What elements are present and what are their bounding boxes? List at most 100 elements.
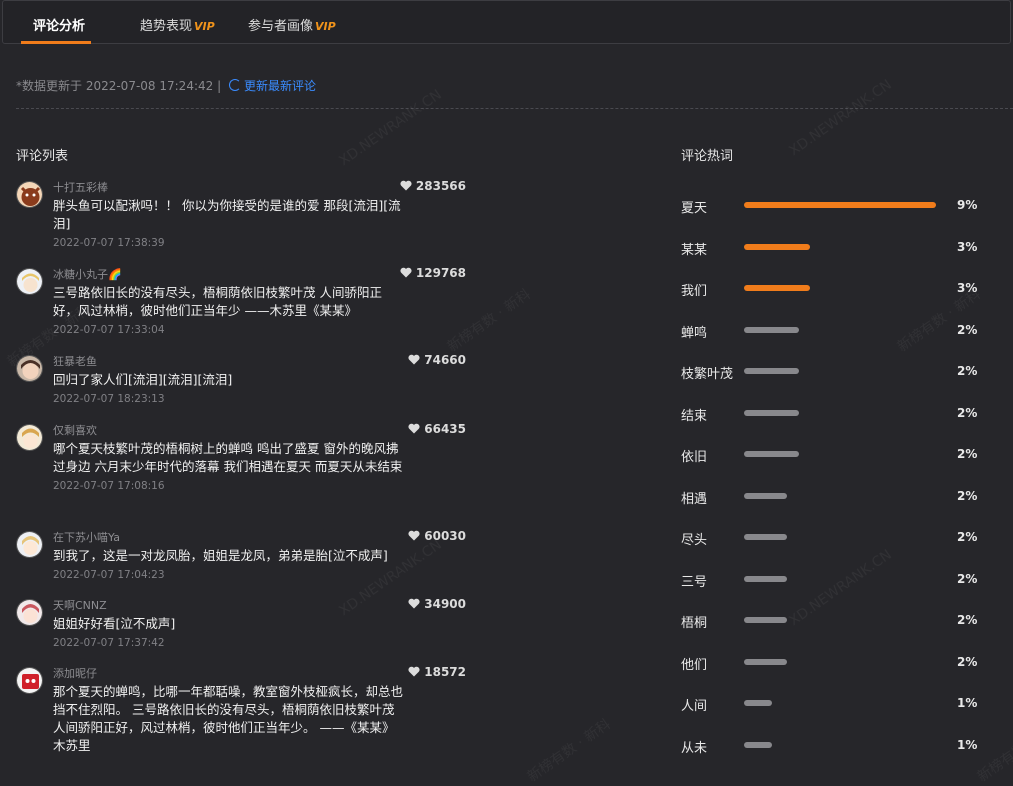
- comment-likes: 34900: [408, 597, 466, 611]
- hot-word-bar: [744, 409, 799, 416]
- hot-word-row: 从未 1%: [681, 735, 981, 756]
- watermark: XD.NEWRANK.CN: [336, 86, 445, 170]
- hot-word-label: 夏天: [681, 201, 708, 216]
- hot-word-row: 结束 2%: [681, 403, 981, 424]
- hot-word-percent: 2%: [957, 530, 978, 544]
- avatar[interactable]: [16, 531, 43, 558]
- comment-likes: 18572: [408, 665, 466, 679]
- vip-badge: VIP: [315, 20, 336, 33]
- comment-text: 哪个夏天枝繁叶茂的梧桐树上的蝉鸣 鸣出了盛夏 窗外的晚风拂过身边 六月末少年时代…: [53, 441, 403, 474]
- hot-word-bar: [744, 575, 787, 582]
- hot-word-percent: 2%: [957, 654, 978, 669]
- comment-username: 冰糖小丸子🌈: [53, 268, 122, 281]
- comment-likes: 129768: [400, 266, 466, 280]
- hot-word-bar: [744, 741, 772, 748]
- comment-list-title: 评论列表: [16, 149, 69, 164]
- hot-word-label: 从未: [681, 740, 708, 756]
- hot-word-label: 枝繁叶茂: [681, 367, 734, 382]
- watermark: 新榜有数 · 新科: [444, 286, 534, 356]
- hot-word-percent: 2%: [957, 364, 978, 378]
- avatar[interactable]: [16, 424, 43, 451]
- heart-icon: [408, 423, 420, 434]
- hot-word-label: 蝉鸣: [681, 325, 708, 341]
- hot-word-row: 某某 3%: [681, 237, 981, 258]
- hot-word-bar: [744, 492, 787, 499]
- comment-time: 2022-07-07 17:08:16: [53, 480, 165, 492]
- hot-word-bar: [744, 326, 799, 333]
- hot-word-bar: [744, 617, 787, 623]
- hot-word-label: 结束: [681, 408, 708, 424]
- hot-word-percent: 2%: [957, 613, 978, 627]
- comment-likes: 66435: [408, 422, 466, 436]
- heart-icon: [408, 354, 420, 365]
- refresh-comments-link[interactable]: 更新最新评论: [225, 79, 316, 93]
- hot-word-row: 枝繁叶茂 2%: [681, 361, 981, 382]
- avatar[interactable]: [16, 667, 43, 694]
- hot-word-row: 蝉鸣 2%: [681, 320, 981, 341]
- tab-participant-profile[interactable]: 参与者画像 VIP: [248, 15, 336, 34]
- comment-text: 三号路依旧长的没有尽头，梧桐荫依旧枝繁叶茂 人间骄阳正好，风过林梢，彼时他们正当…: [53, 285, 382, 318]
- comment-text: 那个夏天的蝉鸣，比哪一年都聒噪，教室窗外枝桠疯长，却总也挡不住烈阳。 三号路依旧…: [53, 684, 404, 753]
- hot-word-label: 某某: [681, 242, 708, 258]
- hot-word-bar: [744, 658, 787, 665]
- hot-word-bar: [744, 285, 810, 291]
- update-timestamp: *数据更新于 2022-07-08 17:24:42 |: [16, 79, 222, 93]
- hot-word-percent: 9%: [957, 198, 978, 212]
- hot-word-row: 我们 3%: [681, 278, 981, 299]
- comment-likes: 283566: [400, 179, 466, 193]
- avatar[interactable]: [16, 181, 43, 208]
- comment-text: 到我了，这是一对龙凤胎，姐姐是龙凤，弟弟是胎[泣不成声]: [53, 548, 388, 563]
- comment-username: 仅剩喜欢: [53, 424, 97, 437]
- avatar[interactable]: [16, 268, 43, 295]
- hot-word-label: 梧桐: [681, 616, 708, 631]
- hot-word-bar: [744, 451, 799, 457]
- watermark: 新榜有数 · 新科: [524, 716, 614, 786]
- hot-word-label: 依旧: [681, 450, 708, 465]
- tab-trend[interactable]: 趋势表现 VIP: [140, 15, 215, 34]
- hot-word-percent: 1%: [957, 737, 978, 752]
- hot-word-label: 我们: [681, 284, 708, 299]
- tab-bar: 评论分析 趋势表现 VIP 参与者画像 VIP: [2, 0, 1011, 44]
- hot-word-label: 人间: [681, 699, 708, 714]
- comment-time: 2022-07-07 17:38:39: [53, 237, 165, 249]
- hot-word-percent: 2%: [957, 571, 978, 586]
- hot-word-percent: 3%: [957, 281, 978, 295]
- comment-text: 姐姐好好看[泣不成声]: [53, 616, 176, 631]
- hot-word-row: 梧桐 2%: [681, 610, 981, 631]
- comment-time: 2022-07-07 17:33:04: [53, 324, 165, 336]
- hot-word-bar: [744, 700, 772, 706]
- comment-text: 胖头鱼可以配湫吗！！ 你以为你接受的是谁的爱 那段[流泪][流泪]: [53, 198, 401, 231]
- hot-word-row: 相遇 2%: [681, 486, 981, 507]
- hot-word-row: 夏天 9%: [681, 195, 981, 216]
- hot-word-label: 尽头: [681, 533, 708, 548]
- hot-word-label: 相遇: [681, 491, 708, 507]
- hot-word-row: 尽头 2%: [681, 527, 981, 548]
- tab-comment-analysis[interactable]: 评论分析: [33, 15, 85, 34]
- hot-word-row: 他们 2%: [681, 652, 981, 673]
- comment-likes: 60030: [408, 529, 466, 543]
- comment-username: 狂暴老鱼: [53, 355, 97, 368]
- avatar[interactable]: [16, 599, 43, 626]
- comment-time: 2022-07-07 17:37:42: [53, 637, 165, 649]
- heart-icon: [408, 530, 420, 541]
- watermark: XD.NEWRANK.CN: [786, 76, 895, 160]
- refresh-icon: [228, 79, 241, 91]
- comment-likes: 74660: [408, 353, 466, 367]
- hot-word-label: 三号: [681, 574, 708, 590]
- hot-word-bar: [744, 534, 787, 540]
- heart-icon: [400, 180, 412, 191]
- hot-word-bar: [744, 368, 799, 374]
- avatar[interactable]: [16, 355, 43, 382]
- hot-word-bar: [744, 243, 810, 250]
- hot-word-label: 他们: [681, 657, 708, 673]
- heart-icon: [400, 267, 412, 278]
- comment-username: 在下苏小喵Ya: [53, 531, 120, 544]
- data-update-line: *数据更新于 2022-07-08 17:24:42 | 更新最新评论: [16, 77, 316, 94]
- active-tab-indicator: [21, 41, 91, 44]
- hot-word-percent: 2%: [957, 322, 978, 337]
- comment-username: 天啊CNNZ: [53, 599, 107, 612]
- hot-word-percent: 2%: [957, 488, 978, 503]
- hot-word-row: 三号 2%: [681, 569, 981, 590]
- hot-word-row: 依旧 2%: [681, 444, 981, 465]
- comment-time: 2022-07-07 18:23:13: [53, 393, 165, 405]
